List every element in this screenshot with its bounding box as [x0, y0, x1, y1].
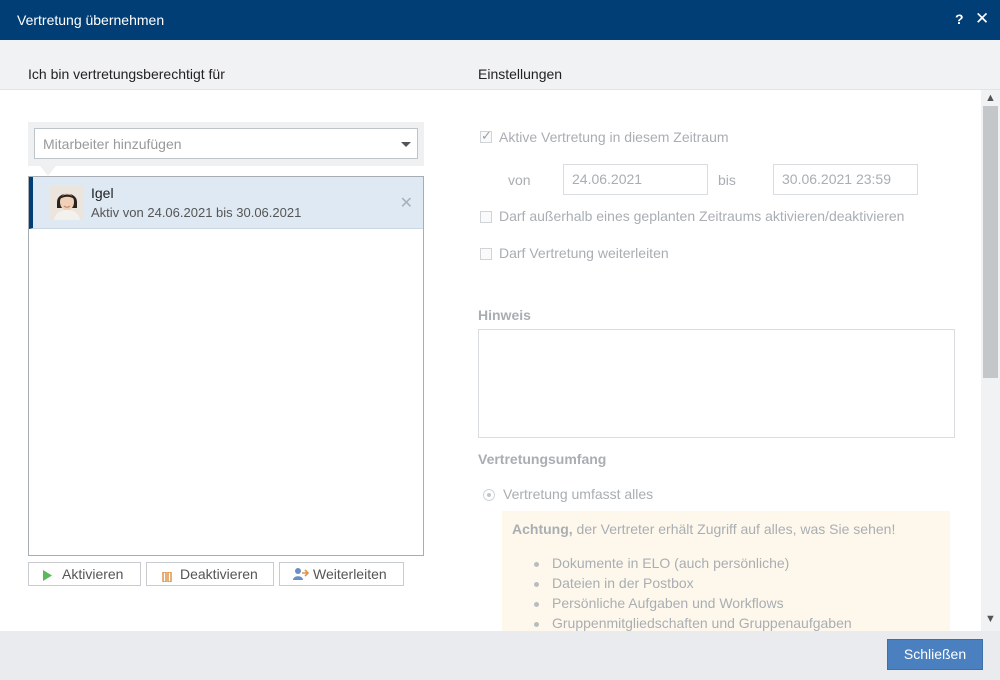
- scope-heading: Vertretungsumfang: [478, 451, 607, 467]
- list-item[interactable]: Igel Aktiv von 24.06.2021 bis 30.06.2021…: [29, 177, 423, 229]
- list-item: Persönliche Aufgaben und Workflows: [534, 595, 852, 615]
- from-label: von: [508, 172, 531, 188]
- combobox-placeholder: Mitarbeiter hinzufügen: [43, 136, 182, 152]
- warning-bold: Achtung,: [512, 521, 573, 537]
- left-section-heading: Ich bin vertretungsberechtigt für: [28, 66, 225, 82]
- warning-message: der Vertreter erhält Zugriff auf alles, …: [572, 521, 896, 537]
- pause-icon: [162, 569, 172, 585]
- dialog-titlebar: Vertretung übernehmen ? ✕: [0, 0, 1000, 40]
- close-button[interactable]: Schließen: [887, 639, 983, 670]
- forward-label: Weiterleiten: [313, 566, 387, 582]
- forward-substitution-checkbox[interactable]: [480, 248, 492, 260]
- outside-period-label: Darf außerhalb eines geplanten Zeitraums…: [499, 208, 905, 224]
- user-name: Igel: [91, 185, 114, 201]
- list-item: Dateien in der Postbox: [534, 575, 852, 595]
- scope-all-radio[interactable]: [483, 489, 495, 501]
- user-list: Igel Aktiv von 24.06.2021 bis 30.06.2021…: [28, 176, 424, 556]
- add-employee-wrapper: Mitarbeiter hinzufügen: [28, 122, 424, 166]
- add-employee-combobox[interactable]: Mitarbeiter hinzufügen: [34, 128, 418, 159]
- section-header-bar: Ich bin vertretungsberechtigt für Einste…: [0, 40, 1000, 90]
- to-date-field[interactable]: 30.06.2021 23:59: [773, 164, 918, 195]
- help-icon[interactable]: ?: [955, 11, 964, 27]
- note-textarea[interactable]: [478, 329, 955, 438]
- substitute-panel: Mitarbeiter hinzufügen Igel Aktiv von 24…: [0, 90, 450, 631]
- warning-box: Achtung, der Vertreter erhält Zugriff au…: [502, 511, 950, 631]
- forward-button[interactable]: Weiterleiten: [279, 562, 404, 586]
- warning-text: Achtung, der Vertreter erhält Zugriff au…: [512, 521, 895, 537]
- list-item: Dokumente in ELO (auch persönliche): [534, 555, 852, 575]
- close-icon[interactable]: ✕: [975, 9, 989, 29]
- forward-user-icon: [293, 567, 310, 584]
- note-heading: Hinweis: [478, 307, 531, 323]
- warning-list: Dokumente in ELO (auch persönliche) Date…: [534, 555, 852, 631]
- vertical-scrollbar[interactable]: ▲ ▼: [981, 90, 1000, 631]
- scope-all-label: Vertretung umfasst alles: [503, 486, 654, 502]
- settings-panel: Aktive Vertretung in diesem Zeitraum von…: [450, 90, 981, 631]
- list-item: Gruppenmitgliedschaften und Gruppenaufga…: [534, 615, 852, 631]
- play-icon: [42, 568, 52, 584]
- deactivate-label: Deaktivieren: [180, 566, 258, 582]
- activate-button[interactable]: Aktivieren: [28, 562, 141, 586]
- from-date-field[interactable]: 24.06.2021: [563, 164, 708, 195]
- to-label: bis: [718, 172, 736, 188]
- chevron-down-icon[interactable]: [401, 142, 411, 147]
- callout-pointer: [40, 166, 56, 176]
- user-active-period: Aktiv von 24.06.2021 bis 30.06.2021: [91, 205, 302, 220]
- dialog-title: Vertretung übernehmen: [17, 12, 165, 28]
- remove-icon[interactable]: ✕: [400, 193, 413, 213]
- active-substitution-label: Aktive Vertretung in diesem Zeitraum: [499, 129, 729, 145]
- deactivate-button[interactable]: Deaktivieren: [146, 562, 274, 586]
- scroll-down-icon[interactable]: ▼: [985, 613, 996, 625]
- forward-substitution-label: Darf Vertretung weiterleiten: [499, 245, 669, 261]
- scroll-up-icon[interactable]: ▲: [985, 92, 996, 104]
- active-substitution-checkbox[interactable]: [480, 128, 492, 144]
- activate-label: Aktivieren: [62, 566, 124, 582]
- right-section-heading: Einstellungen: [478, 66, 563, 82]
- avatar: [50, 186, 84, 220]
- dialog-footer: Schließen: [0, 631, 1000, 680]
- scrollbar-thumb[interactable]: [983, 106, 998, 378]
- outside-period-checkbox[interactable]: [480, 211, 492, 223]
